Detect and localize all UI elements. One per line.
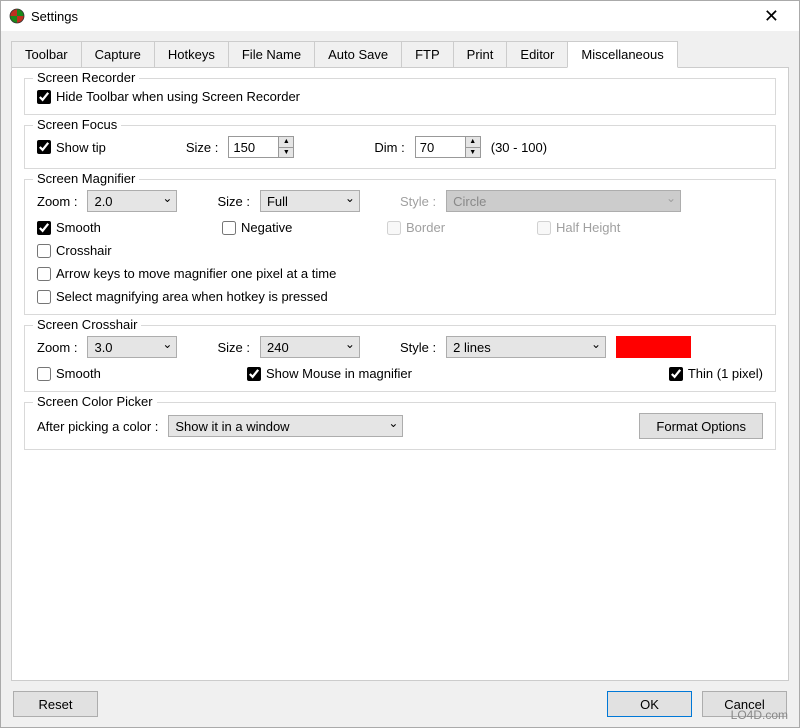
settings-window: Settings ✕ Toolbar Capture Hotkeys File … [0, 0, 800, 728]
combo-crosshair-style[interactable]: 2 lines [446, 336, 606, 358]
label-size: Size : [217, 194, 250, 209]
combo-magnifier-style: Circle [446, 190, 681, 212]
checkbox-border: Border [387, 220, 527, 235]
tab-hotkeys[interactable]: Hotkeys [154, 41, 229, 68]
watermark: LO4D.com [731, 708, 788, 722]
tab-print[interactable]: Print [453, 41, 508, 68]
group-title: Screen Focus [33, 117, 121, 132]
label-style: Style : [400, 340, 436, 355]
label-dim: Dim : [374, 140, 404, 155]
tab-capture[interactable]: Capture [81, 41, 155, 68]
group-screen-magnifier: Screen Magnifier Zoom : 2.0 Size : Full … [24, 179, 776, 315]
close-button[interactable]: ✕ [752, 6, 791, 27]
label-zoom: Zoom : [37, 194, 77, 209]
color-swatch[interactable] [616, 336, 691, 358]
tab-miscellaneous[interactable]: Miscellaneous [567, 41, 677, 68]
checkbox-half-height: Half Height [537, 220, 620, 235]
label-size: Size : [186, 140, 219, 155]
tabstrip: Toolbar Capture Hotkeys File Name Auto S… [11, 41, 789, 68]
button-row: Reset OK Cancel [11, 681, 789, 727]
checkbox-show-tip[interactable]: Show tip [37, 140, 106, 155]
checkbox-crosshair[interactable]: Crosshair [37, 243, 112, 258]
combo-crosshair-zoom[interactable]: 3.0 [87, 336, 177, 358]
app-icon [9, 8, 25, 24]
combo-crosshair-size[interactable]: 240 [260, 336, 360, 358]
group-title: Screen Recorder [33, 70, 139, 85]
spin-down[interactable]: ▼ [466, 148, 480, 158]
group-screen-recorder: Screen Recorder Hide Toolbar when using … [24, 78, 776, 115]
label-zoom: Zoom : [37, 340, 77, 355]
focus-dim-input[interactable] [415, 136, 465, 158]
checkbox-label: Show tip [56, 140, 106, 155]
combo-after-picking[interactable]: Show it in a window [168, 415, 403, 437]
label-dim-hint: (30 - 100) [491, 140, 547, 155]
group-title: Screen Crosshair [33, 317, 141, 332]
ok-button[interactable]: OK [607, 691, 692, 717]
group-screen-crosshair: Screen Crosshair Zoom : 3.0 Size : 240 S… [24, 325, 776, 392]
label-after-picking: After picking a color : [37, 419, 158, 434]
checkbox-show-mouse[interactable]: Show Mouse in magnifier [247, 366, 412, 381]
checkbox-arrow-keys[interactable]: Arrow keys to move magnifier one pixel a… [37, 266, 336, 281]
group-title: Screen Magnifier [33, 171, 139, 186]
checkbox-crosshair-smooth[interactable]: Smooth [37, 366, 237, 381]
group-title: Screen Color Picker [33, 394, 157, 409]
group-screen-focus: Screen Focus Show tip Size : ▲▼ Dim : [24, 125, 776, 169]
checkbox-thin[interactable]: Thin (1 pixel) [669, 366, 763, 381]
checkbox-hide-toolbar[interactable]: Hide Toolbar when using Screen Recorder [37, 89, 300, 104]
combo-magnifier-zoom[interactable]: 2.0 [87, 190, 177, 212]
format-options-button[interactable]: Format Options [639, 413, 763, 439]
titlebar: Settings ✕ [1, 1, 799, 31]
client-area: Toolbar Capture Hotkeys File Name Auto S… [1, 31, 799, 727]
spinner-focus-dim[interactable]: ▲▼ [415, 136, 481, 158]
tab-autosave[interactable]: Auto Save [314, 41, 402, 68]
checkbox-select-area[interactable]: Select magnifying area when hotkey is pr… [37, 289, 328, 304]
reset-button[interactable]: Reset [13, 691, 98, 717]
window-title: Settings [31, 9, 752, 24]
checkbox-negative[interactable]: Negative [222, 220, 377, 235]
spinner-focus-size[interactable]: ▲▼ [228, 136, 294, 158]
tab-toolbar[interactable]: Toolbar [11, 41, 82, 68]
tab-ftp[interactable]: FTP [401, 41, 454, 68]
spin-up[interactable]: ▲ [279, 137, 293, 148]
spin-up[interactable]: ▲ [466, 137, 480, 148]
tabpanel-miscellaneous: Screen Recorder Hide Toolbar when using … [11, 67, 789, 681]
tab-editor[interactable]: Editor [506, 41, 568, 68]
label-size: Size : [217, 340, 250, 355]
label-style: Style : [400, 194, 436, 209]
focus-size-input[interactable] [228, 136, 278, 158]
tab-filename[interactable]: File Name [228, 41, 315, 68]
checkbox-smooth[interactable]: Smooth [37, 220, 212, 235]
group-color-picker: Screen Color Picker After picking a colo… [24, 402, 776, 450]
checkbox-label: Hide Toolbar when using Screen Recorder [56, 89, 300, 104]
spin-down[interactable]: ▼ [279, 148, 293, 158]
combo-magnifier-size[interactable]: Full [260, 190, 360, 212]
